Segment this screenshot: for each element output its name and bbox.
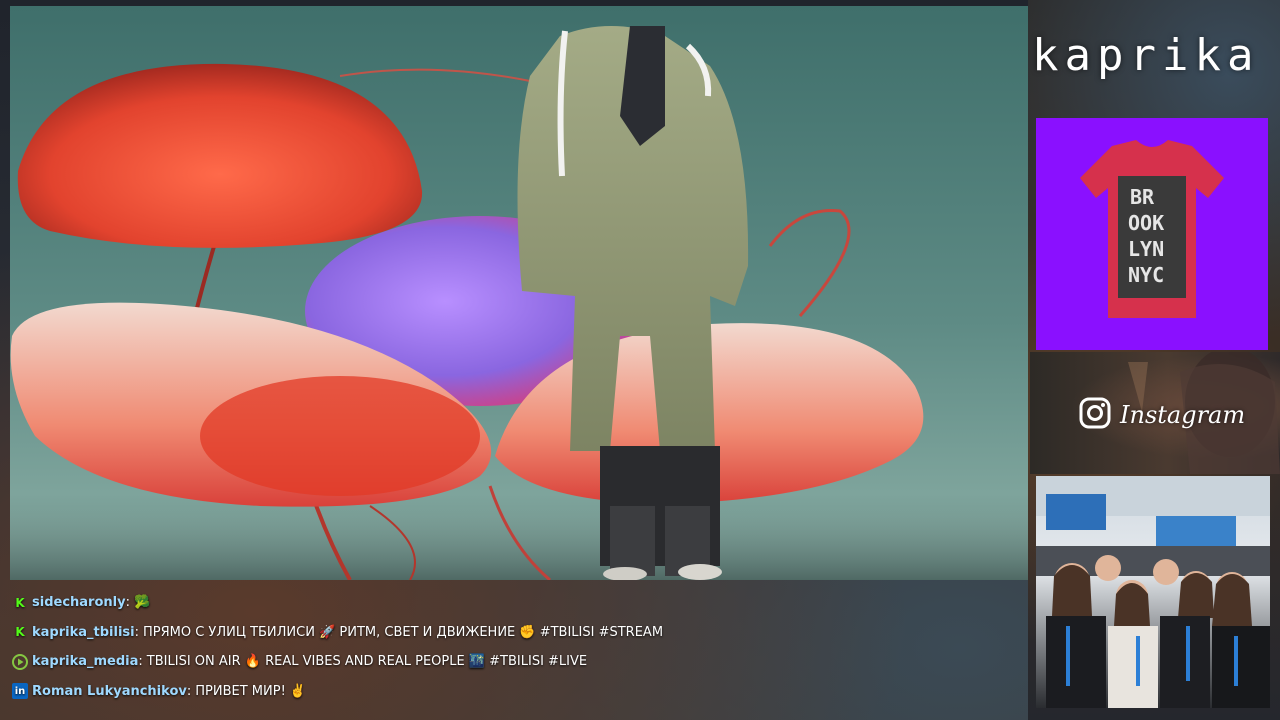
chat-text: ПРЯМО С УЛИЦ ТБИЛИСИ 🚀 РИТМ, СВЕТ И ДВИЖ…	[142, 624, 664, 640]
chat-overlay: K sidecharonly : 🥦 K kaprika_tbilisi : П…	[12, 588, 1012, 706]
chat-username[interactable]: kaprika_tbilisi	[32, 625, 135, 640]
instagram-label: Instagram	[1120, 401, 1246, 429]
chat-username[interactable]: sidecharonly	[32, 595, 126, 610]
chat-message: kaprika_media : TBILISI ON AIR 🔥 REAL VI…	[12, 647, 1012, 677]
shirt-print-line-4: NYC	[1128, 263, 1164, 287]
tshirt-image: BR OOK LYN NYC	[1080, 140, 1224, 318]
shirt-print-line-2: OOK	[1128, 211, 1164, 235]
chat-text: TBILISI ON AIR 🔥 REAL VIBES AND REAL PEO…	[146, 654, 588, 670]
play-icon	[12, 653, 28, 670]
stream-overlay: kaprika BR OOK LYN NYC Instagram K sidec…	[0, 0, 1280, 720]
chat-message: K sidecharonly : 🥦	[12, 588, 1012, 618]
group-photo-art	[1036, 476, 1270, 708]
shirt-print-line-1: BR	[1130, 185, 1155, 209]
chat-separator: :	[125, 595, 130, 611]
chat-message: in Roman Lukyanchikov : ПРИВЕТ МИР! ✌️	[12, 677, 1012, 707]
main-video	[10, 6, 1028, 580]
chat-username[interactable]: Roman Lukyanchikov	[32, 684, 187, 699]
video-scene	[10, 26, 1028, 580]
shirt-print-line-3: LYN	[1128, 237, 1164, 261]
group-photo	[1036, 476, 1270, 708]
kick-icon: K	[15, 595, 25, 610]
instagram-icon	[1078, 396, 1112, 434]
chat-message: K kaprika_tbilisi : ПРЯМО С УЛИЦ ТБИЛИСИ…	[12, 618, 1012, 648]
brand-logo-text: kaprika	[1032, 30, 1260, 81]
linkedin-icon: in	[12, 683, 28, 700]
merch-panel[interactable]: BR OOK LYN NYC	[1036, 118, 1268, 350]
kick-icon: K	[15, 625, 25, 640]
chat-separator: :	[134, 624, 139, 640]
chat-separator: :	[138, 654, 143, 670]
chat-text: 🥦	[133, 595, 151, 611]
instagram-promo[interactable]: Instagram	[1030, 352, 1280, 474]
chat-username[interactable]: kaprika_media	[32, 654, 138, 669]
chat-text: ПРИВЕТ МИР! ✌️	[195, 683, 307, 699]
instagram-handle-row: Instagram	[1078, 396, 1245, 434]
chat-separator: :	[186, 683, 192, 699]
